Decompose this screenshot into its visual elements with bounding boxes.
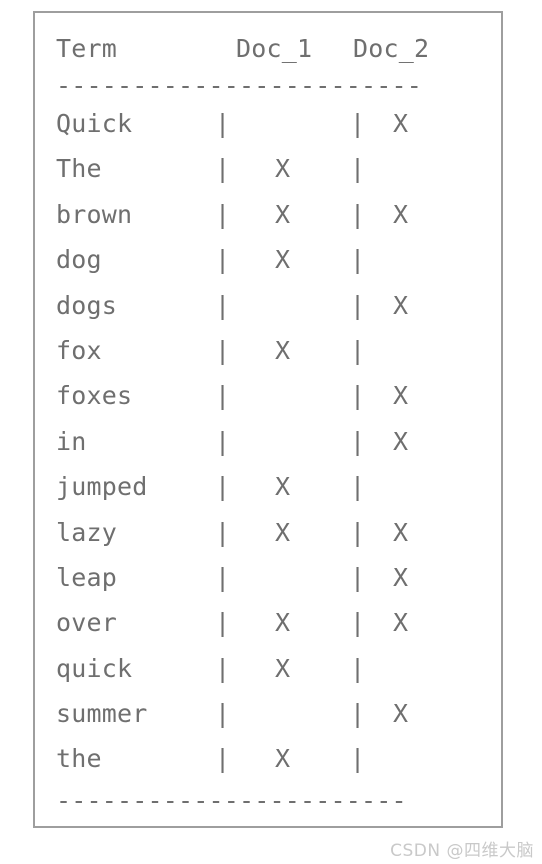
- cell-term: dog: [56, 245, 102, 275]
- column-divider-pipe: |: [215, 199, 231, 229]
- cell-term: dogs: [56, 290, 118, 320]
- inverted-index-table: Term Doc_1 Doc_2 -----------------------…: [56, 25, 484, 816]
- column-divider-pipe: |: [215, 608, 231, 638]
- cell-term: leap: [56, 562, 118, 592]
- table-row: the | X |: [56, 736, 484, 781]
- column-divider-pipe: |: [350, 154, 366, 184]
- table-row: lazy | X | X: [56, 510, 484, 555]
- column-divider-pipe: |: [350, 199, 366, 229]
- table-header-row: Term Doc_1 Doc_2: [56, 25, 484, 73]
- cell-doc-2: X: [393, 381, 409, 411]
- cell-doc-1: X: [275, 744, 291, 774]
- cell-term: brown: [56, 199, 133, 229]
- column-divider-pipe: |: [350, 381, 366, 411]
- cell-doc-1: X: [275, 199, 291, 229]
- table-row: jumped | X |: [56, 464, 484, 509]
- cell-doc-1: X: [275, 335, 291, 365]
- cell-doc-2: X: [393, 608, 409, 638]
- cell-doc-1: X: [275, 245, 291, 275]
- column-divider-pipe: |: [215, 245, 231, 275]
- table-row: leap | | X: [56, 555, 484, 600]
- column-divider-pipe: |: [215, 472, 231, 502]
- cell-doc-2: X: [393, 562, 409, 592]
- table-row: fox | X |: [56, 328, 484, 373]
- cell-term: quick: [56, 653, 133, 683]
- column-divider-pipe: |: [215, 154, 231, 184]
- column-divider-pipe: |: [350, 426, 366, 456]
- column-divider-pipe: |: [215, 381, 231, 411]
- column-divider-pipe: |: [350, 699, 366, 729]
- cell-doc-2: X: [393, 290, 409, 320]
- column-divider-pipe: |: [215, 699, 231, 729]
- cell-doc-1: X: [275, 653, 291, 683]
- table-row: brown | X | X: [56, 192, 484, 237]
- cell-doc-2: X: [393, 109, 409, 138]
- column-divider-pipe: |: [350, 653, 366, 683]
- column-divider-pipe: |: [350, 290, 366, 320]
- column-divider-pipe: |: [350, 517, 366, 547]
- table-row: foxes | | X: [56, 373, 484, 418]
- cell-term: jumped: [56, 472, 148, 502]
- footer-separator-line: -----------------------: [56, 785, 407, 815]
- table-row: summer | | X: [56, 691, 484, 736]
- cell-term: foxes: [56, 381, 133, 411]
- table-row: dog | X |: [56, 237, 484, 282]
- cell-term: The: [56, 154, 102, 184]
- cell-doc-1: X: [275, 154, 291, 184]
- cell-term: summer: [56, 699, 148, 729]
- column-header-term: Term: [56, 34, 118, 63]
- column-divider-pipe: |: [215, 744, 231, 774]
- column-divider-pipe: |: [350, 245, 366, 275]
- cell-term: Quick: [56, 109, 133, 138]
- cell-doc-2: X: [393, 199, 409, 229]
- cell-doc-2: X: [393, 699, 409, 729]
- cell-doc-1: X: [275, 608, 291, 638]
- column-divider-pipe: |: [215, 426, 231, 456]
- table-rows-container: Quick | | X The | X | brown | X | Xdog | X | dogs | | Xfox |…: [56, 101, 484, 782]
- cell-doc-2: X: [393, 517, 409, 547]
- cell-doc-2: X: [393, 426, 409, 456]
- cell-term: lazy: [56, 517, 118, 547]
- table-row: quick | X |: [56, 646, 484, 691]
- column-divider-pipe: |: [350, 744, 366, 774]
- column-header-doc-2: Doc_2: [353, 34, 430, 63]
- table-row: dogs | | X: [56, 283, 484, 328]
- cell-term: over: [56, 608, 118, 638]
- column-divider-pipe: |: [215, 653, 231, 683]
- column-divider-pipe: |: [350, 472, 366, 502]
- inverted-index-output-panel: Term Doc_1 Doc_2 -----------------------…: [33, 11, 503, 828]
- column-divider-pipe: |: [350, 335, 366, 365]
- cell-doc-1: X: [275, 472, 291, 502]
- table-row: over | X | X: [56, 600, 484, 645]
- column-divider-pipe: |: [350, 109, 366, 138]
- cell-term: fox: [56, 335, 102, 365]
- column-divider-pipe: |: [215, 335, 231, 365]
- table-row: in | | X: [56, 419, 484, 464]
- cell-term: the: [56, 744, 102, 774]
- table-row: Quick | | X: [56, 101, 484, 146]
- column-divider-pipe: |: [215, 562, 231, 592]
- column-divider-pipe: |: [350, 608, 366, 638]
- column-divider-pipe: |: [215, 109, 231, 138]
- column-divider-pipe: |: [350, 562, 366, 592]
- csdn-watermark: CSDN @四维大脑: [390, 841, 534, 861]
- column-divider-pipe: |: [215, 290, 231, 320]
- cell-doc-1: X: [275, 517, 291, 547]
- cell-term: in: [56, 426, 87, 456]
- column-divider-pipe: |: [215, 517, 231, 547]
- column-header-doc-1: Doc_1: [236, 34, 313, 63]
- table-row: The | X |: [56, 146, 484, 191]
